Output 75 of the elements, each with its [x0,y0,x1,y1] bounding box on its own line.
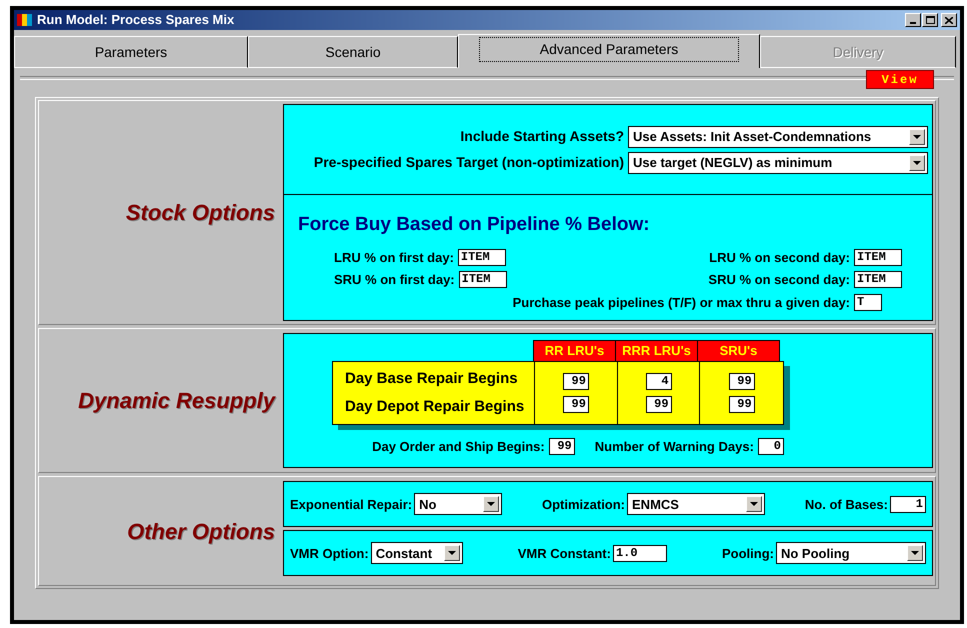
dropdown[interactable]: Use target (NEGLV) as minimum [628,152,928,174]
maximize-button[interactable] [922,13,938,27]
input-field[interactable]: 99 [728,373,755,390]
input-field[interactable]: T [854,294,882,311]
caret-down-icon [913,160,921,164]
input-field[interactable]: 1 [890,496,926,513]
caret-down-icon [487,502,496,506]
maximize-icon [926,16,934,24]
caret-down-icon [913,134,921,138]
window-title: Run Model: Process Spares Mix [37,11,234,30]
dropdown-arrow-button[interactable] [746,496,762,512]
field-label: Pre-specified Spares Target (non-optimization) [314,153,624,172]
close-button[interactable] [941,13,957,27]
dropdown-value: ENMCS [632,496,680,514]
dropdown[interactable]: No [414,493,502,516]
field-label: LRU % on second day: [709,248,850,267]
dropdown-arrow-button[interactable] [909,154,925,170]
field-label: No. of Bases: [804,496,888,514]
dropdown[interactable]: No Pooling [776,542,926,564]
dropdown[interactable]: ENMCS [627,493,766,516]
input-field[interactable]: 4 [646,373,672,390]
dropdown-arrow-button[interactable] [909,128,925,144]
field-label: VMR Constant: [518,544,611,563]
dropdown-value: Use Assets: Init Asset-Condemnations [633,128,872,146]
section-heading: Force Buy Based on Pipeline % Below: [298,213,651,237]
close-icon [945,16,953,24]
field-label: Optimization: [542,496,626,514]
input-field[interactable]: ITEM [458,248,506,266]
row-label: Day Base Repair Begins [345,368,519,389]
field-label: Include Starting Assets? [460,127,624,146]
section-title: Dynamic Resupply [78,387,275,416]
tab[interactable]: Parameters [14,36,248,68]
field-label: VMR Option: [290,544,369,563]
caret-down-icon [750,502,758,506]
column-header: SRU's [697,340,780,362]
input-field[interactable]: 99 [562,396,589,414]
input-field[interactable]: ITEM [854,271,902,288]
field-label: Pooling: [722,544,774,563]
column-header: RRR LRU's [615,340,698,362]
caret-down-icon [448,551,456,556]
field-label: LRU % on first day: [334,248,454,267]
tab[interactable]: Scenario [248,36,458,68]
minimize-button[interactable] [905,13,921,27]
app-icon [17,13,33,27]
dropdown-value: Use target (NEGLV) as minimum [633,154,834,172]
input-field[interactable]: 0 [758,438,784,456]
dropdown-value: Constant [376,544,434,563]
input-field[interactable]: 99 [728,396,755,414]
tab[interactable]: Advanced Parameters [458,34,760,68]
field-label: SRU % on first day: [334,271,455,289]
input-field[interactable]: ITEM [854,248,902,266]
dropdown[interactable]: Constant [370,542,463,564]
input-field[interactable]: 1.0 [612,544,667,562]
dropdown-arrow-button[interactable] [906,545,923,562]
input-field[interactable]: ITEM [458,271,507,288]
view-button[interactable]: View [866,70,934,89]
input-field[interactable]: 99 [548,438,575,456]
column-header: RR LRU's [533,340,616,362]
dropdown-arrow-button[interactable] [444,545,460,562]
section-title: Other Options [127,518,275,546]
minimize-icon [910,22,916,24]
dropdown[interactable]: Use Assets: Init Asset-Condemnations [628,126,928,148]
field-label: Number of Warning Days: [594,438,754,456]
row-label: Day Depot Repair Begins [345,397,526,418]
input-field[interactable]: 99 [646,396,672,414]
caret-down-icon [910,551,919,556]
dropdown-arrow-button[interactable] [483,496,500,512]
field-label: Purchase peak pipelines (T/F) or max thru a given day: [512,294,850,312]
dropdown-value: No [419,496,438,514]
input-field[interactable]: 99 [562,373,589,390]
field-label: SRU % on second day: [708,271,850,289]
dropdown-value: No Pooling [780,544,851,563]
section-title: Stock Options [126,199,275,228]
field-label: Day Order and Ship Begins: [372,438,545,456]
field-label: Exponential Repair: [290,496,412,514]
